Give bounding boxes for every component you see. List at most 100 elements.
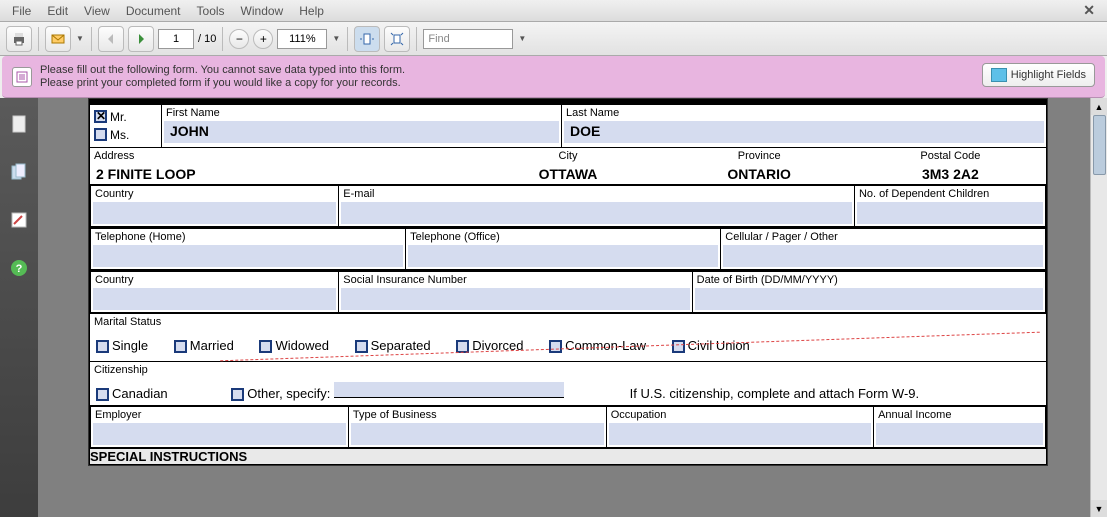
occupation-label: Occupation [607, 407, 873, 423]
toolbar: ▼ / 10 − + 111% ▼ Find ▼ [0, 22, 1107, 56]
biztype-input[interactable] [351, 423, 604, 445]
info-bar: Please fill out the following form. You … [2, 56, 1105, 98]
menu-edit[interactable]: Edit [39, 4, 76, 18]
city-value[interactable]: OTTAWA [472, 164, 663, 184]
marital-label: Marital Status [90, 314, 1046, 330]
teloffice-label: Telephone (Office) [406, 229, 720, 245]
find-dropdown-icon[interactable]: ▼ [517, 29, 527, 49]
help-panel-button[interactable]: ? [7, 256, 31, 280]
zoom-dropdown-icon[interactable]: ▼ [331, 29, 341, 49]
email-label: E-mail [339, 186, 854, 202]
sin-label: Social Insurance Number [339, 272, 691, 288]
civil-checkbox[interactable] [672, 340, 685, 353]
zoom-out-button[interactable]: − [229, 29, 249, 49]
title-cell: Mr. Ms. [90, 105, 162, 148]
scroll-down-button[interactable]: ▼ [1091, 500, 1107, 517]
menu-window[interactable]: Window [233, 4, 292, 18]
sign-panel-button[interactable] [7, 208, 31, 232]
separated-checkbox[interactable] [355, 340, 368, 353]
cell-label: Cellular / Pager / Other [721, 229, 1045, 245]
mr-label: Mr. [110, 110, 127, 124]
country2-input[interactable] [93, 288, 336, 310]
single-checkbox[interactable] [96, 340, 109, 353]
prev-page-button[interactable] [98, 26, 124, 52]
lastname-label: Last Name [562, 105, 1046, 121]
email-input[interactable] [341, 202, 852, 224]
zoom-in-button[interactable]: + [253, 29, 273, 49]
employer-input[interactable] [93, 423, 346, 445]
lastname-input[interactable]: DOE [564, 121, 1044, 143]
menu-bar: File Edit View Document Tools Window Hel… [0, 0, 1107, 22]
income-input[interactable] [876, 423, 1043, 445]
scroll-thumb[interactable] [1093, 115, 1106, 175]
telhome-input[interactable] [93, 245, 403, 267]
address-label: Address [90, 148, 472, 164]
menu-tools[interactable]: Tools [189, 4, 233, 18]
find-input[interactable]: Find [423, 29, 513, 49]
multipage-panel-button[interactable] [7, 160, 31, 184]
sidebar: ? [0, 98, 38, 517]
divorced-checkbox[interactable] [456, 340, 469, 353]
menu-view[interactable]: View [76, 4, 118, 18]
highlight-icon [991, 68, 1007, 82]
menu-document[interactable]: Document [118, 4, 189, 18]
employer-label: Employer [91, 407, 348, 423]
income-label: Annual Income [874, 407, 1045, 423]
scroll-up-button[interactable]: ▲ [1091, 98, 1107, 115]
citizenship-label: Citizenship [90, 362, 1046, 378]
page-number-input[interactable] [158, 29, 194, 49]
menu-help[interactable]: Help [291, 4, 332, 18]
occupation-input[interactable] [609, 423, 871, 445]
firstname-input[interactable]: JOHN [164, 121, 559, 143]
form-page: Mr. Ms. First Name JOHN Last Name DOE [88, 98, 1048, 466]
country2-label: Country [91, 272, 338, 288]
other-specify-input[interactable] [334, 382, 564, 398]
city-label: City [472, 148, 663, 164]
mail-dropdown-icon[interactable]: ▼ [75, 29, 85, 49]
married-checkbox[interactable] [174, 340, 187, 353]
next-page-button[interactable] [128, 26, 154, 52]
close-icon[interactable]: ✕ [1075, 2, 1103, 19]
zoom-level-input[interactable]: 111% [277, 29, 327, 49]
info-line2: Please print your completed form if you … [40, 77, 405, 90]
special-instructions-header: SPECIAL INSTRUCTIONS [90, 449, 1047, 465]
document-area[interactable]: Mr. Ms. First Name JOHN Last Name DOE [38, 98, 1107, 517]
vertical-scrollbar[interactable]: ▲ ▼ [1090, 98, 1107, 517]
fit-page-button[interactable] [384, 26, 410, 52]
ms-checkbox[interactable] [94, 128, 107, 141]
mr-checkbox[interactable] [94, 110, 107, 123]
page-total-label: / 10 [198, 33, 216, 45]
telhome-label: Telephone (Home) [91, 229, 405, 245]
menu-file[interactable]: File [4, 4, 39, 18]
postal-value[interactable]: 3M3 2A2 [855, 164, 1046, 184]
firstname-label: First Name [162, 105, 561, 121]
canadian-checkbox[interactable] [96, 388, 109, 401]
depchildren-label: No. of Dependent Children [855, 186, 1045, 202]
country-label: Country [91, 186, 338, 202]
pages-panel-button[interactable] [7, 112, 31, 136]
other-checkbox[interactable] [231, 388, 244, 401]
dob-label: Date of Birth (DD/MM/YYYY) [693, 272, 1045, 288]
print-button[interactable] [6, 26, 32, 52]
address-value[interactable]: 2 FINITE LOOP [90, 164, 472, 184]
mail-button[interactable] [45, 26, 71, 52]
fit-width-button[interactable] [354, 26, 380, 52]
country-input[interactable] [93, 202, 336, 224]
common-checkbox[interactable] [549, 340, 562, 353]
widowed-checkbox[interactable] [259, 340, 272, 353]
marital-options: Single Married Widowed Separated Divorce… [90, 330, 1046, 361]
cell-input[interactable] [723, 245, 1043, 267]
ms-label: Ms. [110, 128, 129, 142]
biztype-label: Type of Business [349, 407, 606, 423]
sin-input[interactable] [341, 288, 689, 310]
us-note: If U.S. citizenship, complete and attach… [630, 386, 920, 401]
teloffice-input[interactable] [408, 245, 718, 267]
province-value[interactable]: ONTARIO [664, 164, 855, 184]
svg-text:?: ? [16, 263, 23, 275]
info-line1: Please fill out the following form. You … [40, 64, 405, 77]
highlight-label: Highlight Fields [1011, 69, 1086, 81]
dob-input[interactable] [695, 288, 1043, 310]
lastname-cell: Last Name DOE [562, 105, 1047, 148]
depchildren-input[interactable] [857, 202, 1043, 224]
highlight-fields-button[interactable]: Highlight Fields [982, 63, 1095, 87]
